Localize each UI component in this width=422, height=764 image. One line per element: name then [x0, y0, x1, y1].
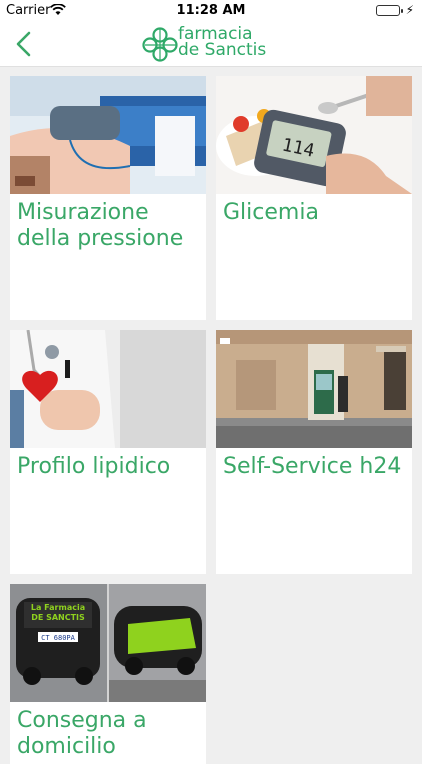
service-title: Consegna a domicilio	[17, 708, 147, 759]
status-bar: Carrier 11:28 AM ⚡	[0, 0, 422, 22]
car-plate: CT 680PA	[41, 634, 76, 642]
doctor-heart-photo	[10, 330, 206, 448]
service-card-blood-pressure[interactable]: Misurazione della pressione	[10, 76, 206, 320]
logo-text: farmacia de Sanctis	[178, 26, 267, 60]
service-card-self-service[interactable]: Self-Service h24	[216, 330, 412, 574]
pharmacy-storefront-photo	[216, 330, 412, 448]
service-card-lipid-profile[interactable]: Profilo lipidico	[10, 330, 206, 574]
clock: 11:28 AM	[176, 3, 246, 18]
service-title: Profilo lipidico	[17, 454, 171, 479]
car-banner-line-1: La Farmacia	[31, 603, 85, 612]
service-title: Self-Service h24	[223, 454, 402, 479]
car-banner-line-2: DE SANCTIS	[31, 613, 85, 622]
service-card-home-delivery[interactable]: La Farmacia DE SANCTIS CT 680PA Consegna…	[10, 584, 206, 764]
pharmacy-logo: farmacia de Sanctis	[140, 26, 280, 62]
delivery-car-photo: La Farmacia DE SANCTIS CT 680PA	[10, 584, 206, 702]
logo-line-2: de Sanctis	[178, 40, 267, 60]
service-title: Misurazione della pressione	[17, 200, 184, 251]
service-card-glicemia[interactable]: 114 Glicemia	[216, 76, 412, 320]
back-button[interactable]	[10, 28, 40, 60]
logo-mark-icon	[142, 27, 178, 62]
navigation-bar: farmacia de Sanctis	[0, 22, 422, 67]
chevron-left-icon	[16, 31, 31, 57]
charging-icon: ⚡	[405, 3, 414, 17]
battery-icon	[376, 5, 403, 16]
blood-pressure-photo	[10, 76, 206, 194]
service-title: Glicemia	[223, 200, 319, 225]
glucometer-photo: 114	[216, 76, 412, 194]
